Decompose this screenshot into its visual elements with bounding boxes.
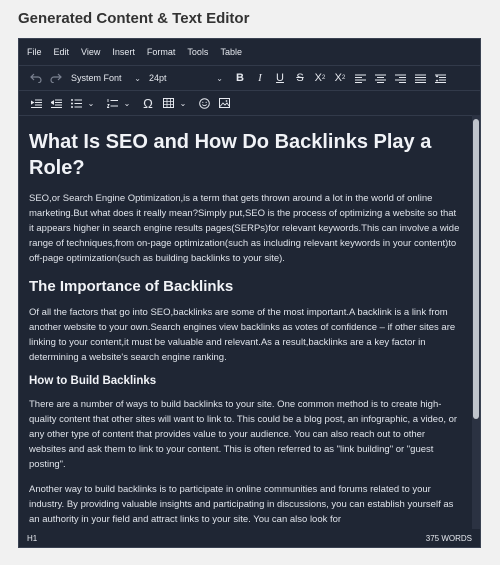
numbered-list-icon[interactable] bbox=[103, 94, 121, 112]
page-title: Generated Content & Text Editor bbox=[18, 10, 250, 27]
statusbar: H1 375 WORDS bbox=[19, 529, 480, 547]
chevron-down-icon[interactable]: ⌄ bbox=[87, 94, 95, 112]
scrollbar-thumb[interactable] bbox=[473, 119, 479, 419]
bold-icon[interactable]: B bbox=[231, 69, 249, 87]
table-icon[interactable] bbox=[159, 94, 177, 112]
undo-icon[interactable] bbox=[27, 69, 45, 87]
menu-file[interactable]: File bbox=[27, 47, 42, 57]
italic-icon[interactable]: I bbox=[251, 69, 269, 87]
align-justify-icon[interactable] bbox=[411, 69, 429, 87]
outdent-icon[interactable] bbox=[47, 94, 65, 112]
word-count[interactable]: 375 WORDS bbox=[426, 534, 472, 543]
font-family-select[interactable]: System Font ⌄ bbox=[71, 73, 141, 83]
bullet-list-icon[interactable] bbox=[67, 94, 85, 112]
underline-icon[interactable]: U bbox=[271, 69, 289, 87]
toolbar-row-1: System Font ⌄ 24pt ⌄ B I U S X2 X2 bbox=[19, 66, 480, 91]
heading-2: The Importance of Backlinks bbox=[29, 278, 234, 295]
align-left-icon[interactable] bbox=[351, 69, 369, 87]
emoji-icon[interactable] bbox=[195, 94, 213, 112]
indent-icon[interactable] bbox=[27, 94, 45, 112]
heading-1: What Is SEO and How Do Backlinks Play a … bbox=[29, 131, 432, 179]
line-height-icon[interactable] bbox=[431, 69, 449, 87]
paragraph: Another way to build backlinks is to par… bbox=[29, 484, 454, 525]
heading-3: How to Build Backlinks bbox=[29, 375, 157, 387]
editor-content[interactable]: What Is SEO and How Do Backlinks Play a … bbox=[19, 115, 474, 529]
menu-edit[interactable]: Edit bbox=[54, 47, 70, 57]
chevron-down-icon: ⌄ bbox=[216, 73, 223, 83]
menu-tools[interactable]: Tools bbox=[187, 47, 208, 57]
menubar: File Edit View Insert Format Tools Table bbox=[19, 39, 480, 66]
align-right-icon[interactable] bbox=[391, 69, 409, 87]
toolbar-row-2: ⌄ ⌄ Ω ⌄ bbox=[19, 91, 480, 116]
menu-format[interactable]: Format bbox=[147, 47, 176, 57]
chevron-down-icon: ⌄ bbox=[134, 73, 141, 83]
element-path[interactable]: H1 bbox=[27, 534, 37, 543]
strikethrough-icon[interactable]: S bbox=[291, 69, 309, 87]
special-character-icon[interactable]: Ω bbox=[139, 94, 157, 112]
subscript-icon[interactable]: X2 bbox=[331, 69, 349, 87]
paragraph: There are a number of ways to build back… bbox=[29, 399, 458, 470]
image-icon[interactable] bbox=[215, 94, 233, 112]
paragraph: Of all the factors that go into SEO,back… bbox=[29, 307, 456, 363]
superscript-icon[interactable]: X2 bbox=[311, 69, 329, 87]
rich-text-editor[interactable]: File Edit View Insert Format Tools Table… bbox=[18, 38, 481, 548]
menu-table[interactable]: Table bbox=[220, 47, 242, 57]
font-size-select[interactable]: 24pt ⌄ bbox=[149, 73, 223, 83]
font-size-value: 24pt bbox=[149, 73, 167, 83]
menu-insert[interactable]: Insert bbox=[112, 47, 135, 57]
paragraph: SEO,or Search Engine Optimization,is a t… bbox=[29, 193, 460, 264]
chevron-down-icon[interactable]: ⌄ bbox=[179, 94, 187, 112]
align-center-icon[interactable] bbox=[371, 69, 389, 87]
redo-icon[interactable] bbox=[47, 69, 65, 87]
chevron-down-icon[interactable]: ⌄ bbox=[123, 94, 131, 112]
vertical-scrollbar[interactable] bbox=[472, 115, 480, 529]
menu-view[interactable]: View bbox=[81, 47, 100, 57]
font-family-value: System Font bbox=[71, 73, 122, 83]
